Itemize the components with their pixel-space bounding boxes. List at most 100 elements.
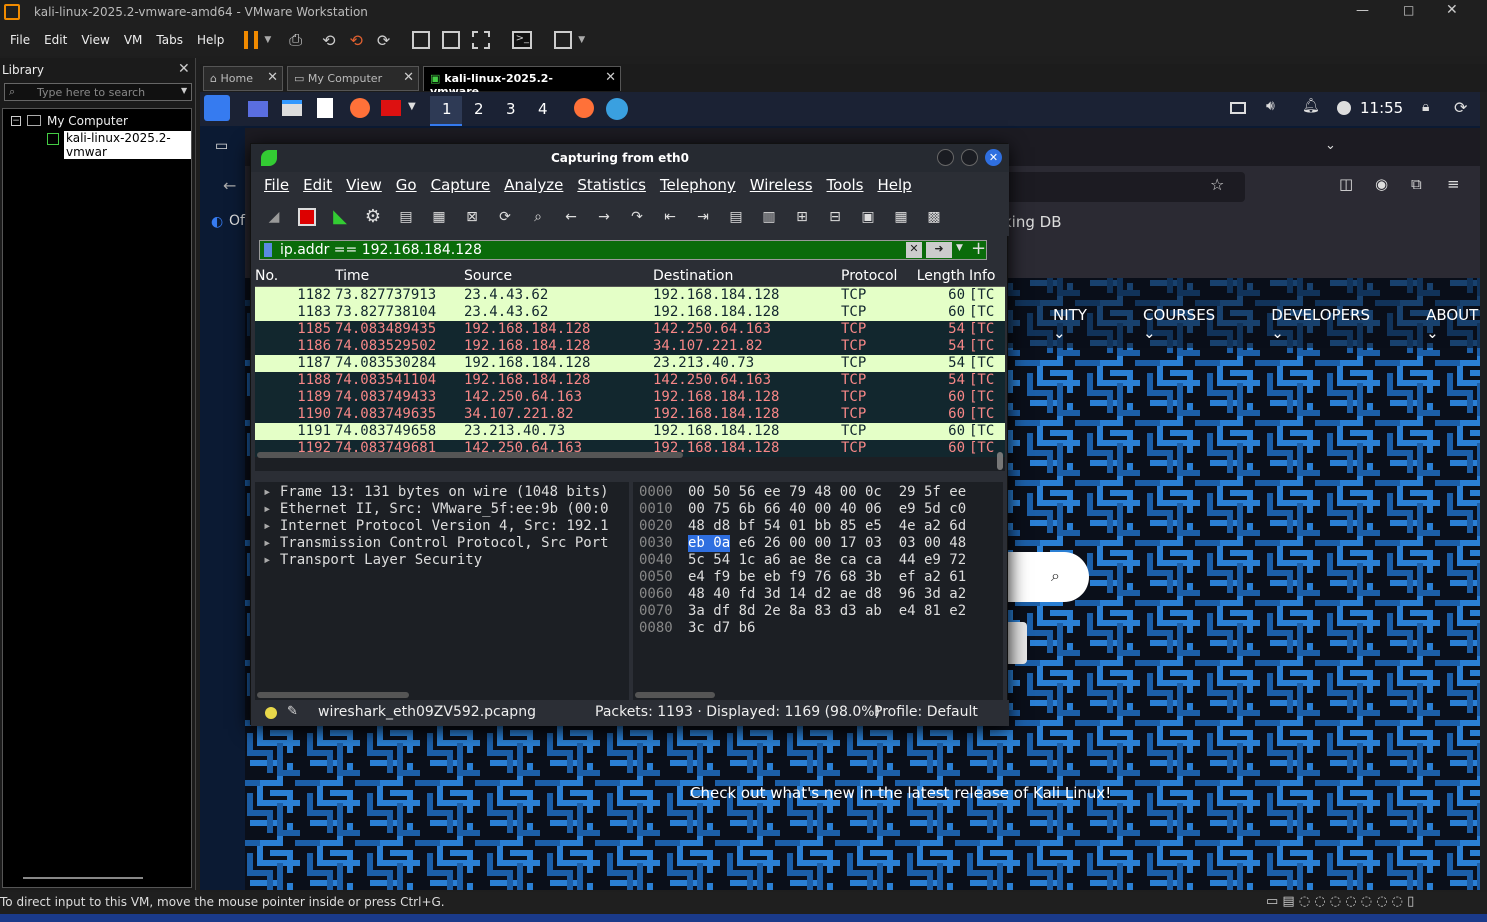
detail-tree-item[interactable]: ▸ Transmission Control Protocol, Src Por… (255, 535, 629, 552)
expert-info-icon[interactable] (265, 707, 277, 719)
packet-row[interactable]: 1191 74.083749658 23.213.40.73 192.168.184.… (255, 423, 1005, 440)
details-hscrollbar[interactable] (257, 692, 409, 698)
hex-row[interactable]: 0030 eb 0a e6 26 00 00 17 03 03 00 48 (633, 535, 1003, 552)
sidebar-toggle-icon[interactable] (412, 31, 431, 49)
pause-icon[interactable] (244, 31, 259, 49)
col-source[interactable]: Source (462, 268, 651, 284)
menu-file[interactable]: File (10, 33, 30, 47)
tree-kali-vm[interactable]: kali-linux-2025.2-vmwar (64, 131, 191, 159)
snapshot-manager-icon[interactable]: ⟳ (377, 31, 390, 50)
stretch-dropdown-icon[interactable]: ▼ (578, 35, 585, 45)
start-capture-icon[interactable]: ◢ (261, 204, 287, 230)
menu-view[interactable]: View (81, 33, 109, 47)
add-filter-button[interactable]: + (971, 238, 986, 259)
packet-list-hscrollbar[interactable] (257, 452, 683, 458)
fullscreen-icon[interactable] (472, 31, 491, 49)
packet-row[interactable]: 1188 74.083541104 192.168.184.128 142.250.6… (255, 372, 1005, 389)
tab-close-icon[interactable]: ✕ (267, 70, 278, 85)
col-protocol[interactable]: Protocol (839, 268, 911, 284)
ws-menu-file[interactable]: File (264, 176, 289, 194)
library-search-input[interactable]: ⌕ Type here to search ▼ (4, 83, 192, 101)
ws-menu-wireless[interactable]: Wireless (750, 176, 813, 194)
firefox-icon[interactable] (350, 98, 370, 118)
bookmark-star-icon[interactable]: ☆ (1210, 175, 1224, 194)
packet-row[interactable]: 1187 74.083530284 192.168.184.128 23.213.40… (255, 355, 1005, 372)
colorize-icon[interactable]: ▥ (756, 204, 782, 230)
nav-developers[interactable]: DEVELOPERS ⌄ (1271, 306, 1398, 342)
logout-icon[interactable]: ⟳ (1454, 98, 1467, 117)
stop-capture-icon[interactable] (294, 204, 320, 230)
hex-row[interactable]: 0040 5c 54 1c a6 ae 8e ca ca 44 e9 72 (633, 552, 1003, 569)
bookmark-partial-right[interactable]: king DB (1003, 213, 1062, 231)
tree-my-computer[interactable]: My Computer (47, 114, 128, 128)
close-button[interactable]: ✕ (985, 149, 1002, 166)
launcher-dropdown-icon[interactable]: ▼ (408, 101, 416, 112)
tree-scrollbar[interactable] (23, 877, 143, 879)
detail-tree-item[interactable]: ▸ Transport Layer Security (255, 552, 629, 569)
expand-arrow-icon[interactable]: ▸ (263, 552, 280, 568)
ws-menu-telephony[interactable]: Telephony (660, 176, 736, 194)
last-packet-icon[interactable]: ⇥ (690, 204, 716, 230)
workspace-4[interactable]: 4 (538, 100, 548, 118)
ws-menu-statistics[interactable]: Statistics (577, 176, 646, 194)
maximize-button[interactable] (961, 149, 978, 166)
ws-menu-tools[interactable]: Tools (827, 176, 864, 194)
expand-arrow-icon[interactable]: ▸ (263, 501, 280, 517)
clear-filter-icon[interactable]: ✕ (906, 242, 922, 258)
terminal-icon[interactable] (381, 100, 401, 116)
hex-row[interactable]: 0020 48 d8 bf 54 01 bb 85 e5 4e a2 6d (633, 518, 1003, 535)
url-bar[interactable] (1005, 172, 1245, 202)
site-button-edge[interactable] (1005, 622, 1027, 664)
find-packet-icon[interactable]: ⌕ (525, 204, 551, 230)
packet-row[interactable]: 1189 74.083749433 142.250.64.163 192.168.18… (255, 389, 1005, 406)
hex-row[interactable]: 0050 e4 f9 be eb f9 76 68 3b ef a2 61 (633, 569, 1003, 586)
back-icon[interactable]: ← (223, 176, 236, 195)
filter-dropdown-icon[interactable]: ▼ (956, 243, 963, 253)
notification-bell-icon[interactable]: 🔔︎ (1302, 98, 1320, 114)
display-filter-input[interactable]: ip.addr == 192.168.184.128 (280, 242, 482, 258)
go-back-icon[interactable]: ← (558, 204, 584, 230)
col-length[interactable]: Length (911, 268, 967, 284)
normal-size-icon[interactable]: ▣ (855, 204, 881, 230)
nav-community[interactable]: NITY ⌄ (1053, 306, 1115, 342)
col-time[interactable]: Time (335, 268, 462, 284)
restart-capture-icon[interactable]: ◣ (327, 204, 353, 230)
site-search-box[interactable]: ⌕ (1005, 552, 1089, 602)
bookmark-partial-left[interactable]: Of (229, 213, 245, 229)
capture-comment-icon[interactable]: ✎ (287, 704, 298, 719)
wireshark-task-icon[interactable] (606, 98, 628, 120)
send-ctrl-alt-del-icon[interactable]: ⎙ (289, 30, 302, 50)
capture-options-icon[interactable]: ⚙ (360, 204, 386, 230)
zoom-out-icon[interactable]: ⊟ (822, 204, 848, 230)
tab-kali-vm[interactable]: ▣ kali-linux-2025.2-vmware... ✕ (423, 66, 621, 98)
ws-menu-go[interactable]: Go (396, 176, 417, 194)
ws-menu-capture[interactable]: Capture (431, 176, 491, 194)
minimize-button[interactable] (937, 149, 954, 166)
layout-icon[interactable]: ▩ (921, 204, 947, 230)
expand-arrow-icon[interactable]: ▸ (263, 518, 280, 534)
tab-list-icon[interactable]: ▭ (215, 138, 228, 154)
volume-icon[interactable]: 🔊︎ (1266, 98, 1275, 114)
hex-selected-bytes[interactable]: eb 0a (688, 535, 731, 552)
autoscroll-icon[interactable]: ▤ (723, 204, 749, 230)
menu-tabs[interactable]: Tabs (156, 33, 183, 47)
apply-filter-icon[interactable]: ➜ (926, 242, 952, 258)
stretch-icon[interactable] (554, 31, 573, 49)
packet-row[interactable]: 1185 74.083489435 192.168.184.128 142.250.6… (255, 321, 1005, 338)
kali-menu-icon[interactable] (204, 95, 230, 121)
reload-file-icon[interactable]: ⟳ (492, 204, 518, 230)
detail-tree-item[interactable]: ▸ Internet Protocol Version 4, Src: 192.… (255, 518, 629, 535)
console-view-icon[interactable]: >_ (512, 31, 533, 49)
minimize-button[interactable]: — (1356, 3, 1369, 18)
packet-row[interactable]: 1190 74.083749635 34.107.221.82 192.168.184… (255, 406, 1005, 423)
hex-row[interactable]: 0010 00 75 6b 66 40 00 40 06 e9 5d c0 (633, 501, 1003, 518)
display-filter-bar[interactable]: ip.addr == 192.168.184.128 ✕ ➜ ▼ (259, 240, 987, 260)
hex-row[interactable]: 0060 48 40 fd 3d 14 d2 ae d8 96 3d a2 (633, 586, 1003, 603)
hex-row[interactable]: 0070 3a df 8d 2e 8a 83 d3 ab e4 81 e2 (633, 603, 1003, 620)
bytes-hscrollbar[interactable] (635, 692, 715, 698)
firefox-task-icon[interactable] (574, 98, 594, 118)
pause-dropdown-icon[interactable]: ▼ (264, 35, 271, 45)
site-tagline[interactable]: Check out what's new in the latest relea… (690, 784, 1111, 802)
tab-close-icon[interactable]: ✕ (403, 70, 414, 85)
col-destination[interactable]: Destination (651, 268, 839, 284)
